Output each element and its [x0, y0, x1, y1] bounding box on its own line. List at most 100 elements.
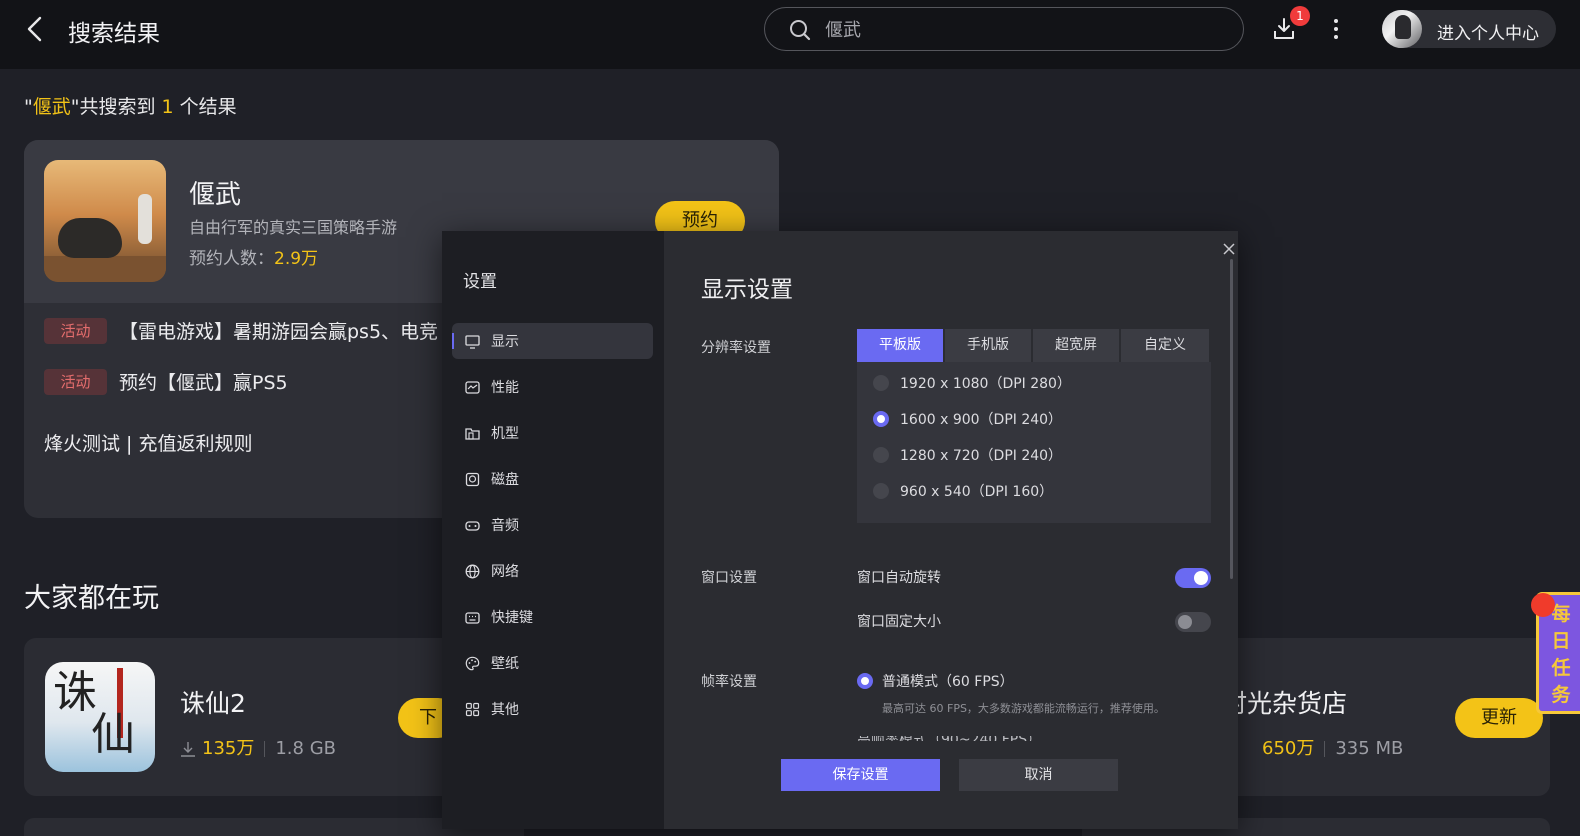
nav-item-network[interactable]: 网络	[452, 553, 653, 589]
option-label: 普通模式（60 FPS）	[882, 673, 1014, 690]
app-meta: 135万 1.8 GB	[180, 734, 336, 760]
search-icon	[790, 20, 811, 41]
meta-divider	[1324, 741, 1326, 757]
palette-icon	[465, 656, 480, 671]
nav-item-other[interactable]: 其他	[452, 691, 653, 727]
chevron-left-icon	[27, 16, 42, 42]
game-description: 自由行军的真实三国策略手游	[189, 218, 398, 237]
resolution-options: 1920 x 1080（DPI 280） 1600 x 900（DPI 240）…	[857, 362, 1211, 523]
quote-mark: "	[24, 96, 33, 118]
update-button[interactable]: 更新	[1455, 698, 1543, 738]
nav-label: 性能	[491, 380, 519, 396]
user-center-button[interactable]: 进入个人中心	[1382, 10, 1556, 48]
popular-section-title: 大家都在玩	[24, 583, 159, 614]
resolution-option[interactable]: 1280 x 720（DPI 240）	[873, 444, 1062, 466]
auto-rotate-label: 窗口自动旋转	[857, 570, 941, 586]
fixed-size-toggle[interactable]	[1175, 612, 1211, 632]
tab-phone[interactable]: 手机版	[945, 329, 1033, 362]
reserve-count: 预约人数：2.9万	[189, 244, 318, 269]
back-button[interactable]	[24, 16, 48, 42]
app-meta: 650万 335 MB	[1262, 734, 1403, 760]
game-name[interactable]: 偃武	[189, 174, 241, 211]
game-thumbnail[interactable]	[44, 160, 166, 282]
result-count: 1	[161, 96, 174, 118]
result-text: "共搜索到	[70, 96, 162, 118]
nav-item-disk[interactable]: 磁盘	[452, 461, 653, 497]
activity-item[interactable]: 活动 【雷电游戏】暑期游园会赢ps5、电竞	[44, 317, 438, 345]
resolution-option[interactable]: 1920 x 1080（DPI 280）	[873, 372, 1071, 394]
notification-dot	[1531, 593, 1555, 617]
nav-item-audio[interactable]: 音频	[452, 507, 653, 543]
tab-custom[interactable]: 自定义	[1121, 329, 1209, 362]
download-count-icon	[181, 742, 195, 757]
nav-item-shortcuts[interactable]: 快捷键	[452, 599, 653, 635]
tab-tablet[interactable]: 平板版	[857, 329, 945, 362]
reserve-count-label: 预约人数：	[189, 249, 274, 269]
daily-task-label: 每日任务	[1551, 603, 1571, 706]
zhuxian-app-icon[interactable]: 诛 仙	[45, 662, 155, 772]
user-center-label: 进入个人中心	[1437, 24, 1539, 44]
save-settings-button[interactable]: 保存设置	[781, 759, 940, 791]
resolution-label: 分辨率设置	[701, 340, 771, 356]
nav-label: 机型	[491, 426, 519, 442]
dialog-footer	[664, 741, 1238, 811]
radio-button	[873, 482, 889, 499]
app-name[interactable]: 诛仙2	[180, 684, 246, 720]
search-input[interactable]	[825, 16, 1205, 42]
nav-label: 磁盘	[491, 472, 519, 488]
nav-label: 显示	[491, 334, 519, 350]
option-label: 1920 x 1080（DPI 280）	[900, 375, 1071, 392]
window-settings-label: 窗口设置	[701, 570, 757, 586]
close-button[interactable]	[1222, 241, 1236, 255]
tab-ultrawide[interactable]: 超宽屏	[1033, 329, 1121, 362]
radio-button	[873, 446, 889, 463]
device-model-icon	[465, 428, 480, 440]
rules-link[interactable]: 烽火测试 | 充值返利规则	[44, 429, 252, 456]
cancel-button[interactable]: 取消	[959, 759, 1118, 791]
download-count: 650万	[1262, 738, 1315, 759]
app-size: 1.8 GB	[275, 738, 337, 759]
nav-label: 网络	[491, 564, 519, 580]
activity-text: 预约【偃武】赢PS5	[119, 372, 288, 394]
avatar	[1382, 10, 1422, 48]
reserve-count-value: 2.9万	[274, 249, 319, 269]
nav-item-performance[interactable]: 性能	[452, 369, 653, 405]
toggle-knob	[1178, 615, 1192, 629]
fixed-size-label: 窗口固定大小	[857, 614, 941, 630]
nav-item-device-model[interactable]: 机型	[452, 415, 653, 451]
app-name[interactable]: 时光杂货店	[1222, 684, 1347, 720]
option-label: 960 x 540（DPI 160）	[900, 483, 1054, 500]
nav-label: 快捷键	[491, 610, 533, 626]
resolution-option[interactable]: 1600 x 900（DPI 240）	[873, 408, 1062, 430]
thumbnail-ground	[44, 256, 166, 282]
activity-item[interactable]: 活动 预约【偃武】赢PS5	[44, 368, 288, 396]
meta-divider	[264, 741, 266, 757]
close-icon	[1223, 243, 1235, 255]
nav-label: 壁纸	[491, 656, 519, 672]
disk-icon	[465, 472, 480, 487]
top-bar: 搜索结果 1 进入个人中心	[0, 0, 1580, 69]
keyboard-icon	[465, 612, 480, 624]
grid-icon	[465, 702, 480, 717]
more-options-button[interactable]	[1330, 17, 1342, 41]
logo-glyph: 仙	[91, 709, 135, 760]
more-vertical-icon	[1330, 19, 1342, 39]
nav-item-wallpaper[interactable]: 壁纸	[452, 645, 653, 681]
globe-icon	[465, 564, 480, 579]
resolution-tabs: 平板版 手机版 超宽屏 自定义	[857, 329, 1211, 362]
download-count-badge: 1	[1290, 6, 1310, 26]
settings-title: 设置	[463, 272, 497, 292]
result-summary: "偃武"共搜索到 1 个结果	[24, 92, 237, 119]
resolution-option[interactable]: 960 x 540（DPI 160）	[873, 480, 1053, 502]
fps-normal-option[interactable]: 普通模式（60 FPS）	[857, 670, 1014, 691]
search-box[interactable]	[764, 7, 1244, 51]
nav-label: 其他	[491, 702, 519, 718]
download-count: 135万	[202, 738, 255, 759]
radio-button-checked	[873, 410, 889, 427]
option-label: 1280 x 720（DPI 240）	[900, 447, 1063, 464]
nav-item-display[interactable]: 显示	[452, 323, 653, 359]
auto-rotate-toggle[interactable]	[1175, 568, 1211, 588]
fps-normal-hint: 最高可达 60 FPS，大多数游戏都能流畅运行，推荐使用。	[882, 702, 1165, 715]
settings-scrollbar[interactable]	[1230, 259, 1233, 579]
option-label: 1600 x 900（DPI 240）	[900, 411, 1063, 428]
